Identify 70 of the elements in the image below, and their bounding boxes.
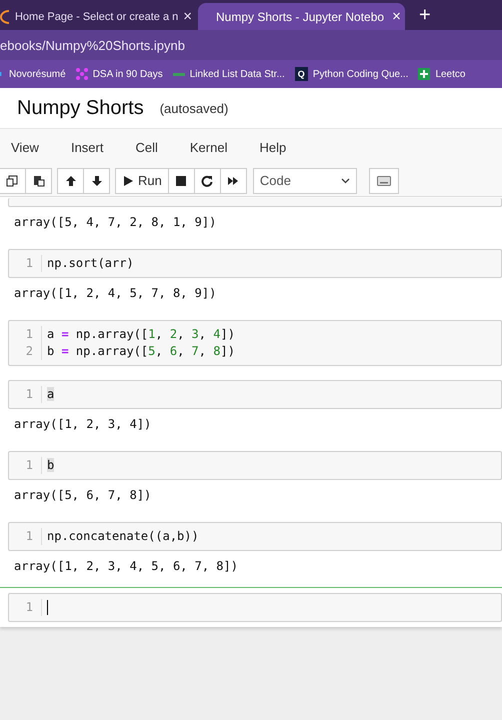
spinner-icon (0, 8, 10, 24)
bookmark[interactable]: Q Python Coding Que... (294, 67, 408, 81)
browser-tab[interactable]: Numpy Shorts - Jupyter Notebo × (198, 3, 405, 30)
bookmark-icon: Q (294, 67, 308, 81)
move-up-button[interactable] (57, 168, 84, 194)
notebook-cell[interactable]: 1 b array([5, 6, 7, 8]) (0, 445, 502, 516)
close-icon[interactable]: × (392, 8, 401, 25)
bookmark[interactable]: Novorésumé (0, 68, 66, 80)
menu-item[interactable]: Insert (58, 140, 116, 154)
line-number: 2 (24, 343, 34, 360)
menu-item[interactable]: Kernel (178, 140, 240, 154)
notebook-cell[interactable]: 1 np.concatenate((a,b)) array([1, 2, 3, 4, 5, 6, 7, 8]) (0, 516, 502, 587)
menu-item[interactable]: View (0, 140, 51, 154)
cell-type-dropdown[interactable]: Code (252, 168, 357, 194)
save-status: (autosaved) (160, 100, 228, 116)
bookmark-icon (76, 68, 88, 80)
line-number: 1 (24, 457, 34, 474)
paste-button[interactable] (25, 168, 52, 194)
code-line: np.concatenate((a,b)) (47, 528, 199, 545)
cell-output: array([5, 6, 7, 8]) (14, 488, 152, 502)
copy-icon (6, 174, 18, 186)
notebook-cell[interactable]: 1 2 a = np.array([1, 2, 3, 4]) b = np.array([5, 6, 7, 8]) (0, 314, 502, 374)
restart-icon (201, 174, 214, 186)
cell-output: array([1, 2, 3, 4, 5, 6, 7, 8]) (14, 559, 238, 573)
code-input[interactable]: 1 2 a = np.array([1, 2, 3, 4]) b = np.array([5, 6, 7, 8]) (8, 320, 502, 366)
fast-forward-icon (227, 174, 240, 186)
notebook-title[interactable]: Numpy Shorts (17, 96, 144, 120)
new-tab-button[interactable]: + (405, 4, 445, 26)
line-number: 1 (24, 599, 34, 616)
move-down-button[interactable] (83, 168, 110, 194)
code-input[interactable]: 1 b (8, 451, 502, 480)
copy-button[interactable] (0, 168, 26, 194)
line-number: 1 (24, 528, 34, 545)
code-line: np.sort(arr) (47, 255, 134, 272)
code-input[interactable]: 1 a (8, 380, 502, 409)
code-line: b = np.array([5, 6, 7, 8]) (47, 343, 235, 360)
notebook-cell[interactable]: 1 a array([1, 2, 3, 4]) (0, 374, 502, 445)
menu-item[interactable]: Cell (123, 140, 170, 154)
stop-icon (175, 174, 188, 186)
cell-output: array([5, 4, 7, 2, 8, 1, 9]) (14, 215, 216, 229)
line-number: 1 (24, 386, 34, 403)
keyboard-icon (376, 176, 391, 186)
cell-output: array([1, 2, 4, 5, 7, 8, 9]) (14, 286, 216, 300)
menu-item[interactable]: Help (247, 140, 298, 154)
notebook-cell[interactable]: array([5, 4, 7, 2, 8, 1, 9]) (0, 197, 502, 243)
address-bar[interactable]: ebooks/Numpy%20Shorts.ipynb (0, 38, 185, 52)
line-number: 1 (24, 255, 34, 272)
keyboard-button[interactable] (368, 168, 399, 194)
bookmark-icon (418, 68, 430, 80)
restart-button[interactable] (194, 168, 221, 194)
bookmark[interactable]: Leetco (418, 68, 466, 80)
close-icon[interactable]: × (183, 8, 192, 25)
bookmark[interactable]: Linked List Data Str... (172, 68, 285, 80)
chevron-icon (340, 178, 350, 184)
fast-forward-button[interactable] (220, 168, 247, 194)
run-button[interactable]: Run (115, 168, 169, 194)
bookmark[interactable]: DSA in 90 Days (76, 68, 163, 80)
stop-button[interactable] (168, 168, 195, 194)
code-line: a = np.array([1, 2, 3, 4]) (47, 326, 235, 343)
up-arrow-icon (64, 174, 76, 186)
notebook-cell[interactable]: 1 np.sort(arr) array([1, 2, 4, 5, 7, 8, 9]) (0, 243, 502, 314)
play-icon (122, 174, 134, 186)
cell-output: array([1, 2, 3, 4]) (14, 417, 152, 431)
browser-tab[interactable]: Home Page - Select or create a n × (0, 3, 198, 30)
code-input[interactable]: 1 np.sort(arr) (8, 249, 502, 278)
down-arrow-icon (90, 174, 102, 186)
paste-icon (32, 174, 44, 186)
code-input[interactable]: 1 np.concatenate((a,b)) (8, 522, 502, 551)
line-number: 1 (24, 326, 34, 343)
text-cursor (47, 600, 48, 616)
